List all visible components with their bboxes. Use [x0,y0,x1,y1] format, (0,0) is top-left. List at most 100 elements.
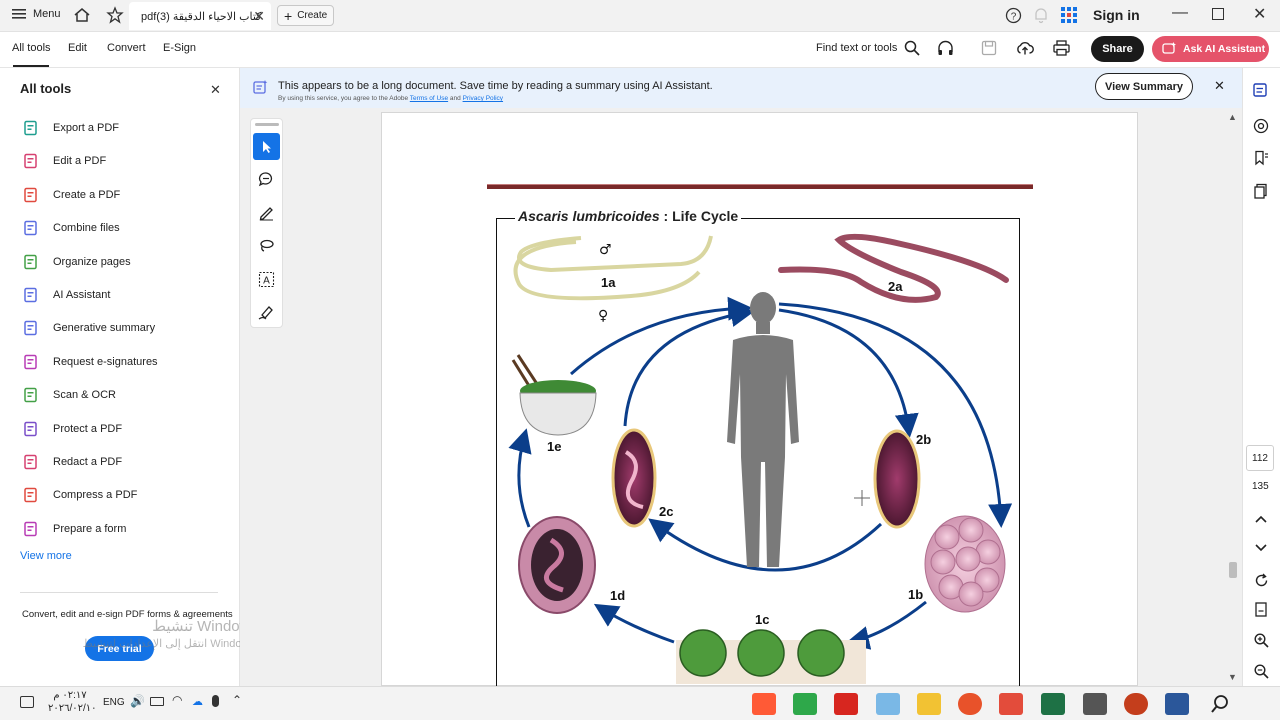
drag-handle[interactable] [255,123,279,126]
tool-combine-files[interactable]: Combine files [22,215,222,241]
taskbar-app-powerpoint-icon[interactable] [1124,693,1148,715]
taskbar-app-word-icon[interactable] [1165,693,1189,715]
tool-scan-ocr[interactable]: Scan & OCR [22,382,222,408]
page-number-input[interactable]: 112 [1246,445,1274,471]
next-page-button[interactable] [1250,537,1272,559]
taskbar-app-chrome-icon[interactable] [958,693,982,715]
restore-icon[interactable] [1212,8,1224,20]
taskbar-app-pdf-reader-icon[interactable] [999,693,1023,715]
taskbar-app-acrobat-icon[interactable] [834,693,858,715]
taskbar-app-powerpoint-alt-icon[interactable] [752,693,776,715]
scroll-up-icon[interactable]: ▲ [1228,112,1237,122]
banner-message: This appears to be a long document. Save… [278,80,713,92]
free-trial-button[interactable]: Free trial [85,636,154,661]
document-scrollbar[interactable]: ▲ ▼ [1228,112,1238,684]
tool-export-a-pdf[interactable]: Export a PDF [22,115,222,141]
close-banner-icon[interactable]: ✕ [1214,78,1225,94]
sign-in-link[interactable]: Sign in [1093,7,1140,23]
draw-tool[interactable] [253,232,280,259]
tool-prepare-a-form[interactable]: Prepare a form [22,516,222,542]
tool-protect-a-pdf[interactable]: Protect a PDF [22,416,222,442]
taskbar-search-icon[interactable] [1210,694,1230,714]
notification-center-icon[interactable] [20,696,34,708]
menu-all-tools[interactable]: All tools [12,42,51,54]
apps-grid-icon [1061,7,1077,23]
help-button[interactable]: ? [1005,7,1022,29]
input-language[interactable]: ENG [103,697,125,708]
scroll-down-icon[interactable]: ▼ [1228,672,1237,682]
tool-ai-assistant[interactable]: AI Assistant [22,282,222,308]
rail-ai-summary-button[interactable] [1250,79,1272,101]
show-hidden-icons-chevron-up-icon[interactable]: ⌃ [232,693,242,707]
tool-edit-a-pdf[interactable]: Edit a PDF [22,148,222,174]
highlight-tool[interactable] [253,199,280,226]
document-tab[interactable]: كتاب الاحياء الدقيقة (3)pdf ✕ [129,2,271,30]
tool-compress-a-pdf[interactable]: Compress a PDF [22,482,222,508]
previous-page-button[interactable] [1250,508,1272,530]
help-icon: ? [1005,7,1022,24]
label-1e: 1e [547,439,561,454]
menu-edit[interactable]: Edit [68,42,87,54]
chevron-down-icon [1255,544,1267,552]
microphone-icon[interactable] [212,695,219,707]
rail-pages-button[interactable] [1250,180,1272,202]
taskbar-app-calculator-icon[interactable] [1083,693,1107,715]
close-tab-icon[interactable]: ✕ [253,8,265,25]
tool-request-e-signatures[interactable]: Request e-signatures [22,349,222,375]
favorite-button[interactable] [106,6,124,29]
rail-comments-button[interactable] [1250,115,1272,137]
view-summary-button[interactable]: View Summary [1095,73,1193,100]
create-button[interactable]: + Create [277,5,334,26]
volume-icon[interactable]: 🔊 [130,694,145,708]
tool-organize-pages[interactable]: Organize pages [22,249,222,275]
select-tool[interactable] [253,133,280,160]
rotate-button[interactable] [1250,569,1272,591]
menu-e-sign[interactable]: E-Sign [163,42,196,54]
battery-icon[interactable] [150,697,164,706]
comment-at-icon [1253,118,1269,134]
rail-bookmarks-button[interactable] [1250,147,1272,169]
sign-tool[interactable] [253,299,280,326]
tool-generative-summary[interactable]: Generative summary [22,315,222,341]
upload-button[interactable] [1016,40,1034,61]
view-more-link[interactable]: View more [20,550,72,562]
banner-fine-print: By using this service, you agree to the … [278,95,503,102]
apps-button[interactable] [1061,7,1077,28]
privacy-link[interactable]: Privacy Policy [463,95,503,102]
text-tool[interactable]: A [253,266,280,293]
page-fit-button[interactable] [1250,598,1272,620]
tool-label: Request e-signatures [53,355,158,368]
wifi-icon[interactable]: ◠ [172,693,182,707]
zoom-out-button[interactable] [1250,660,1272,682]
read-aloud-button[interactable] [937,40,954,62]
scrollbar-thumb[interactable] [1229,562,1237,578]
print-button[interactable] [1053,40,1070,61]
prepare-form-icon [22,520,40,538]
save-button[interactable] [981,40,997,61]
window-close-icon[interactable]: ✕ [1253,4,1266,24]
taskbar-app-excel-icon[interactable] [1041,693,1065,715]
ask-ai-button[interactable]: Ask AI Assistant [1152,36,1269,62]
home-button[interactable] [73,6,91,29]
share-button[interactable]: Share [1091,36,1144,62]
life-cycle-diagram: 1a ♂ ♀ 2a 2b 2c 1b 1c 1d 1e [508,233,1013,684]
menu-button[interactable]: Menu [12,8,61,20]
terms-link[interactable]: Terms of Use [410,95,448,102]
taskbar-app-photos-icon[interactable] [876,693,900,715]
tool-create-a-pdf[interactable]: Create a PDF [22,182,222,208]
clock[interactable]: ٠٢:١٧ م ٢٠٢٦/٠٢/١٠ [48,689,97,715]
close-panel-icon[interactable]: ✕ [210,82,221,98]
find-tools-box[interactable]: Find text or tools [816,40,920,56]
ai-assistant-icon [22,286,40,304]
taskbar-app-file-explorer-icon[interactable] [917,693,941,715]
menu-convert[interactable]: Convert [107,42,146,54]
zoom-in-button[interactable] [1250,629,1272,651]
bell-icon [1035,8,1047,24]
minimize-icon[interactable]: — [1172,4,1188,22]
comment-tool[interactable] [253,166,280,193]
onedrive-icon[interactable]: ☁ [192,695,203,708]
taskbar-app-camtasia-icon[interactable] [793,693,817,715]
tool-redact-a-pdf[interactable]: Redact a PDF [22,449,222,475]
notifications-button[interactable] [1033,7,1049,29]
summary-icon [253,80,268,94]
